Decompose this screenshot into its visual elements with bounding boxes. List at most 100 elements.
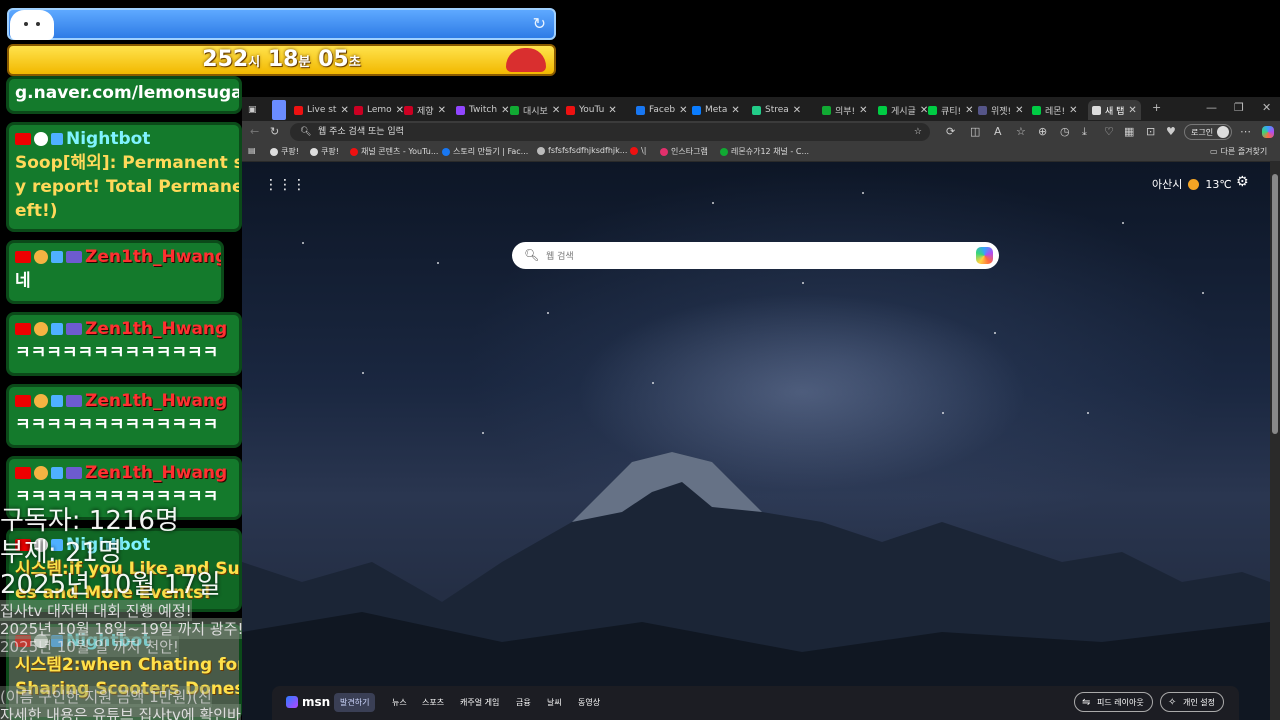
tab-close-icon[interactable]: ✕ bbox=[608, 105, 616, 116]
tab-close-icon[interactable]: ✕ bbox=[396, 105, 404, 116]
heart-icon[interactable]: ♡ bbox=[1104, 125, 1114, 138]
scrollbar-thumb[interactable] bbox=[1272, 174, 1278, 434]
read-aloud-icon[interactable]: A bbox=[994, 125, 1002, 138]
refresh-icon[interactable]: ↻ bbox=[270, 125, 279, 138]
tab-close-icon[interactable]: ✕ bbox=[501, 105, 509, 116]
apps-icon[interactable]: ▦ bbox=[1124, 125, 1134, 138]
copilot-icon[interactable] bbox=[1262, 126, 1274, 138]
collections-icon[interactable]: ⊕ bbox=[1038, 125, 1047, 138]
chat-author: Zen1th_Hwang bbox=[85, 391, 228, 411]
msn-butterfly-icon bbox=[286, 696, 298, 708]
nav-news[interactable]: 뉴스 bbox=[392, 697, 407, 708]
tab-5[interactable]: YouTu ✕ bbox=[566, 100, 617, 120]
split-screen-icon[interactable]: ◫ bbox=[970, 125, 980, 138]
login-button[interactable]: 로그인 bbox=[1184, 124, 1232, 140]
history-icon[interactable]: ◷ bbox=[1060, 125, 1070, 138]
minimize-icon[interactable]: — bbox=[1206, 101, 1217, 114]
favorite-favicon-icon bbox=[350, 147, 358, 156]
feed-layout-button[interactable]: ⇋ 피드 레이아웃 bbox=[1074, 692, 1153, 712]
more-menu-icon[interactable]: ⋯ bbox=[1240, 125, 1251, 138]
tab-14[interactable]: 새 탭 ✕ bbox=[1088, 100, 1141, 120]
favorites-folder-icon[interactable]: ▤ bbox=[248, 146, 256, 155]
nav-casual-games[interactable]: 캐주얼 게임 bbox=[460, 697, 499, 708]
tab-close-icon[interactable]: ✕ bbox=[438, 105, 446, 116]
nav-video[interactable]: 동영상 bbox=[578, 697, 600, 708]
nav-weather[interactable]: 날씨 bbox=[547, 697, 562, 708]
settings-gear-icon[interactable]: ⚙ bbox=[1236, 174, 1249, 190]
tab-11[interactable]: 큐티! ✕ bbox=[928, 100, 974, 120]
tab-8[interactable]: Strea ✕ bbox=[752, 100, 801, 120]
page-scrollbar[interactable] bbox=[1270, 162, 1280, 720]
msn-feed-bar: msn 발견하기 뉴스 스포츠 캐주얼 게임 금융 날씨 동영상 ⇋ 피드 레이아… bbox=[272, 686, 1239, 720]
tab-actions-icon[interactable]: ▣ bbox=[248, 100, 257, 120]
mascot-icon bbox=[10, 10, 54, 40]
favorite-item[interactable]: 쿠팡! bbox=[310, 146, 339, 157]
tab-close-icon[interactable]: ✕ bbox=[552, 105, 560, 116]
workspace-icon[interactable] bbox=[272, 100, 286, 120]
favorite-item[interactable]: \| bbox=[630, 146, 646, 155]
tab-7[interactable]: Meta ✕ bbox=[692, 100, 740, 120]
personalize-label: 개인 설정 bbox=[1183, 698, 1215, 707]
copilot-icon[interactable] bbox=[976, 247, 993, 264]
restore-icon[interactable]: ❐ bbox=[1234, 101, 1244, 114]
performance-icon[interactable]: ♥ bbox=[1166, 125, 1176, 138]
favorite-star-icon[interactable]: ☆ bbox=[914, 123, 922, 141]
address-placeholder: 웹 주소 검색 또는 입력 bbox=[318, 127, 404, 137]
tab-favicon-icon bbox=[978, 105, 987, 115]
tab-close-icon[interactable]: ✕ bbox=[920, 105, 928, 116]
tab-close-icon[interactable]: ✕ bbox=[1069, 105, 1077, 116]
tab-10[interactable]: 게시글 ✕ bbox=[878, 100, 928, 120]
favorites-bar: ▤ 쿠팡! 쿠팡! 채널 콘텐츠 - YouTu... 스토리 만들기 | Fac..… bbox=[242, 143, 1280, 162]
tab-close-icon[interactable]: ✕ bbox=[731, 105, 739, 116]
close-window-icon[interactable]: ✕ bbox=[1262, 101, 1271, 114]
tab-9[interactable]: 의부! ✕ bbox=[822, 100, 868, 120]
refresh-icon: ↻ bbox=[532, 14, 546, 33]
favorites-icon[interactable]: ☆ bbox=[1016, 125, 1026, 138]
back-icon[interactable]: ← bbox=[250, 125, 259, 138]
favorite-label: fsfsfsfsdfhjksdfhjk... bbox=[548, 146, 628, 155]
tab-close-icon[interactable]: ✕ bbox=[793, 105, 801, 116]
tab-close-icon[interactable]: ✕ bbox=[1015, 105, 1023, 116]
member-badge-icon bbox=[66, 395, 82, 407]
tab-12[interactable]: 위젯! ✕ bbox=[978, 100, 1024, 120]
nav-discover[interactable]: 발견하기 bbox=[334, 693, 376, 712]
new-tab-button[interactable]: + bbox=[1152, 101, 1161, 114]
tab-favicon-icon bbox=[878, 105, 887, 115]
tab-label: Meta bbox=[705, 105, 728, 115]
screenshot-icon[interactable]: ⊡ bbox=[1146, 125, 1155, 138]
download-icon[interactable]: ⤓ bbox=[1082, 125, 1087, 139]
tab-favicon-icon bbox=[1032, 105, 1041, 115]
tab-4[interactable]: 대시보 ✕ bbox=[510, 100, 560, 120]
favorite-item[interactable]: 스토리 만들기 | Fac... bbox=[442, 146, 528, 157]
other-favorites[interactable]: ▭ 다른 즐겨찾기 bbox=[1210, 146, 1267, 157]
tab-13[interactable]: 레몬! ✕ bbox=[1032, 100, 1078, 120]
extensions-icon[interactable]: ⟳ bbox=[946, 125, 955, 138]
tab-1[interactable]: Lemo ✕ bbox=[354, 100, 404, 120]
favorite-item[interactable]: 쿠팡! bbox=[270, 146, 299, 157]
tab-close-icon[interactable]: ✕ bbox=[965, 105, 973, 116]
tab-0[interactable]: Live st ✕ bbox=[294, 100, 349, 120]
chat-author: Zen1th_Hwang bbox=[85, 319, 228, 339]
tab-favicon-icon bbox=[294, 105, 303, 115]
tab-favicon-icon bbox=[404, 105, 413, 115]
tab-6[interactable]: Faceb ✕ bbox=[636, 100, 687, 120]
favorite-item[interactable]: 인스타그램 bbox=[660, 146, 708, 157]
apps-grid-icon[interactable]: ⋮⋮⋮ bbox=[264, 177, 306, 193]
url-text: g.naver.com/lemonsugar185web bbox=[15, 83, 242, 103]
tab-3[interactable]: Twitch ✕ bbox=[456, 100, 509, 120]
web-search-box[interactable]: 🔍︎ 웹 검색 bbox=[512, 242, 999, 269]
tab-close-icon[interactable]: ✕ bbox=[1128, 105, 1136, 116]
favorite-item[interactable]: fsfsfsfsdfhjksdfhjk... bbox=[537, 146, 627, 155]
tab-close-icon[interactable]: ✕ bbox=[340, 105, 348, 116]
msn-logo[interactable]: msn bbox=[286, 695, 330, 709]
personalize-button[interactable]: ✧ 개인 설정 bbox=[1160, 692, 1224, 712]
favorite-item[interactable]: 레몬슈가12 채널 - C... bbox=[720, 146, 809, 157]
weather-widget[interactable]: 아산시 13℃ bbox=[1152, 176, 1232, 192]
favorite-item[interactable]: 채널 콘텐츠 - YouTu... bbox=[350, 146, 438, 157]
address-bar[interactable]: 🔍︎ 웹 주소 검색 또는 입력 ☆ bbox=[290, 123, 930, 141]
tab-close-icon[interactable]: ✕ bbox=[679, 105, 687, 116]
nav-finance[interactable]: 금융 bbox=[516, 697, 531, 708]
tab-2[interactable]: 제향 ✕ bbox=[404, 100, 446, 120]
tab-close-icon[interactable]: ✕ bbox=[859, 105, 867, 116]
nav-sports[interactable]: 스포츠 bbox=[422, 697, 444, 708]
